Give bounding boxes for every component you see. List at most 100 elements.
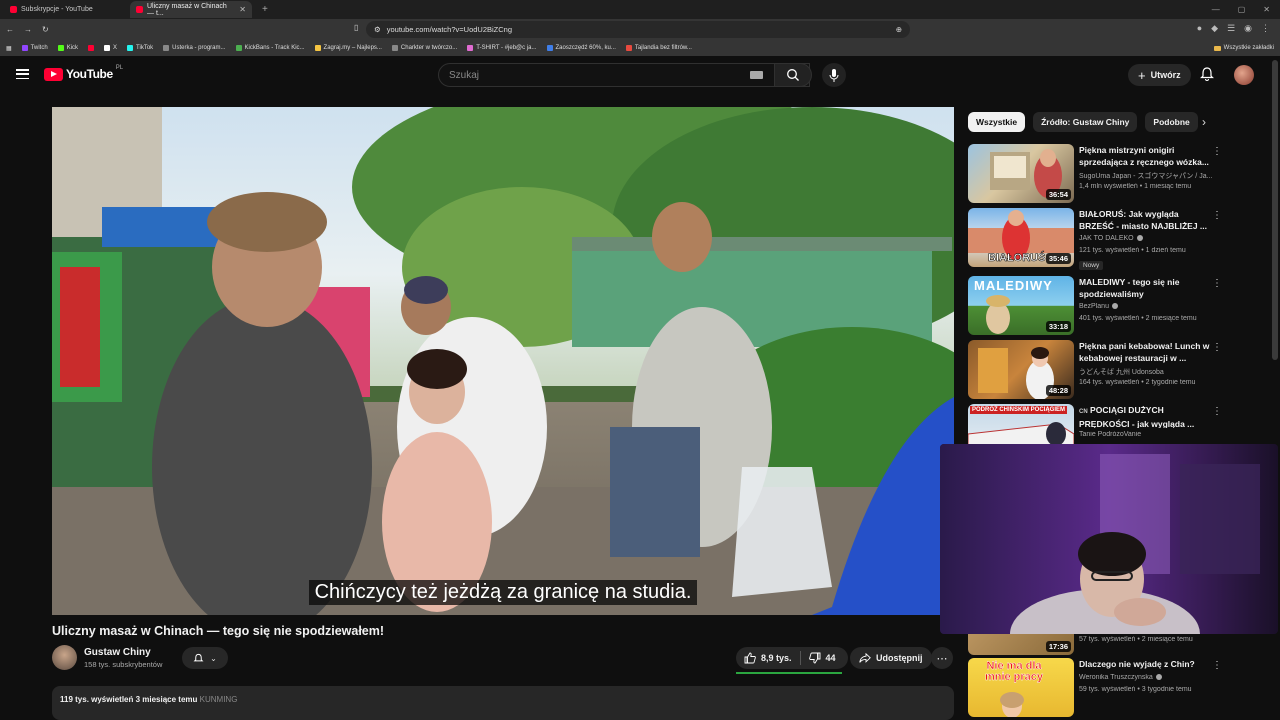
voice-search-button[interactable] — [822, 63, 846, 87]
account-avatar[interactable] — [1234, 65, 1254, 85]
recommendation-channel: JAK TO DALEKO — [1079, 235, 1219, 242]
recommendation-title: CN POCIĄGI DUŻYCH PRĘDKOŚCI - jak wygląd… — [1079, 405, 1195, 428]
extension-icon[interactable]: ● — [1197, 23, 1202, 34]
extension-icon[interactable]: ◆ — [1211, 23, 1218, 34]
site-info-icon[interactable]: ⚙ — [374, 25, 381, 34]
bookmark-item[interactable]: TikTok — [127, 45, 153, 51]
recommendation-item[interactable]: Nie ma dla mnie pracy Dlaczego nie wyjad… — [968, 658, 1228, 718]
profile-icon[interactable]: ◉ — [1244, 23, 1252, 34]
chevron-down-icon: ⌄ — [210, 653, 217, 663]
folder-icon — [1213, 45, 1221, 51]
bookmark-item[interactable]: Zagraj.my – Najleps... — [314, 45, 382, 51]
chip-source-channel[interactable]: Źródło: Gustaw Chiny — [1033, 112, 1138, 132]
search-icon — [787, 69, 799, 81]
browser-tab-video[interactable]: Uliczny masaż w Chinach — t... ✕ — [130, 1, 252, 18]
recommendation-item[interactable]: BIAŁORUŚ 35:46 BIAŁORUŚ: Jak wygląda BRZ… — [968, 208, 1228, 270]
bookmark-item[interactable]: T-SHIRT - #jeb@c ja... — [467, 45, 537, 51]
chip-related[interactable]: Podobne — [1145, 112, 1198, 132]
more-actions-button[interactable]: ⋯ — [931, 647, 953, 669]
recommendation-item[interactable]: MALEDIWY 33:18 MALEDIWY - tego się nie s… — [968, 276, 1228, 336]
forward-icon[interactable]: → — [24, 25, 32, 34]
recommendation-meta: 59 tys. wyświetleń • 3 tygodnie temu — [1079, 686, 1192, 693]
close-tab-icon[interactable]: ✕ — [239, 5, 246, 14]
youtube-logo[interactable]: YouTube PL — [44, 65, 123, 81]
bookmark-item[interactable]: Kick — [57, 45, 78, 51]
chevron-right-icon[interactable]: › — [1196, 114, 1212, 130]
video-player[interactable]: Chińczycy też jeżdżą za granicę na studi… — [52, 107, 954, 615]
description-tag[interactable]: KUNMING — [200, 695, 238, 704]
youtube-header: YouTube PL Szukaj + Utwórz — [0, 56, 1280, 94]
video-thumbnail[interactable]: MALEDIWY 33:18 — [968, 276, 1074, 335]
minimize-icon[interactable]: — — [1212, 5, 1220, 14]
apps-icon[interactable]: ▦ — [6, 45, 12, 52]
bookmark-item[interactable] — [88, 45, 95, 51]
chip-all[interactable]: Wszystkie — [968, 112, 1026, 132]
more-options-icon[interactable]: ⋮ — [1212, 210, 1222, 221]
bookmark-item[interactable]: Charkter w twórczo... — [391, 45, 457, 51]
like-button[interactable]: 8,9 tys. — [736, 647, 800, 669]
new-tab-icon[interactable]: + — [262, 4, 268, 15]
bookmark-item[interactable]: Twitch — [21, 45, 48, 51]
keyboard-icon[interactable] — [750, 71, 763, 79]
description-box[interactable]: 119 tys. wyświetleń 3 miesiące temu KUNM… — [52, 686, 954, 720]
recommendation-title: MALEDIWY - tego się nie spodziewaliśmy — [1079, 277, 1180, 299]
notifications-bell-icon[interactable] — [1199, 66, 1215, 82]
subscription-bell-button[interactable]: ⌄ — [182, 647, 228, 669]
video-thumbnail[interactable]: 36:54 — [968, 144, 1074, 203]
more-options-icon[interactable]: ⋮ — [1212, 660, 1222, 671]
plus-icon: + — [1138, 67, 1146, 83]
bookmark-item[interactable]: Zaoszczędź 60%, ku... — [546, 45, 616, 51]
webcam-image — [940, 444, 1278, 634]
new-badge: Nowy — [1079, 261, 1104, 270]
video-thumbnail[interactable]: 48:28 — [968, 340, 1074, 399]
menu-icon[interactable]: ⋮ — [1261, 23, 1270, 34]
browser-tab-subscriptions[interactable]: Subskrypcje - YouTube — [4, 1, 126, 18]
zoom-icon[interactable]: ⊕ — [896, 25, 902, 34]
thumbnail-image — [1000, 692, 1024, 717]
youtube-favicon-icon — [10, 6, 17, 13]
extension-icon[interactable]: ☰ — [1227, 23, 1235, 34]
video-thumbnail[interactable]: BIAŁORUŚ 35:46 — [968, 208, 1074, 267]
page-scrollbar[interactable] — [1272, 60, 1278, 360]
webcam-overlay — [940, 444, 1278, 634]
recommendation-item[interactable]: 36:54 Piękna mistrzyni onigiri sprzedają… — [968, 144, 1228, 204]
reload-icon[interactable]: ↻ — [42, 25, 49, 34]
recommendation-title: Dlaczego nie wyjadę z Chin? — [1079, 659, 1195, 669]
more-options-icon[interactable]: ⋮ — [1212, 146, 1222, 157]
more-options-icon[interactable]: ⋮ — [1212, 342, 1222, 353]
more-options-icon[interactable]: ⋮ — [1212, 278, 1222, 289]
dislike-count: 44 — [825, 653, 836, 663]
channel-avatar[interactable] — [52, 645, 77, 670]
back-icon[interactable]: ← — [6, 25, 14, 34]
bookmark-item[interactable]: Usterka - program... — [163, 45, 226, 51]
bookmark-icon[interactable]: ▯ — [354, 23, 358, 32]
recommendation-item[interactable]: 48:28 Piękna pani kebabowa! Lunch w keba… — [968, 340, 1228, 400]
channel-name[interactable]: Gustaw Chiny — [84, 647, 151, 658]
recommendation-meta: 401 tys. wyświetleń • 2 miesiące temu — [1079, 315, 1197, 322]
thumbs-up-icon — [744, 652, 756, 664]
search-input[interactable]: Szukaj — [438, 63, 810, 87]
youtube-favicon-icon — [136, 6, 143, 13]
bookmark-item[interactable]: X — [104, 45, 117, 51]
maximize-icon[interactable]: ▢ — [1238, 5, 1246, 14]
address-bar[interactable]: ⚙ youtube.com/watch?v=UodU2BiZCng ⊕ — [366, 21, 910, 38]
more-options-icon[interactable]: ⋮ — [1212, 406, 1222, 417]
recommendation-title: BIAŁORUŚ: Jak wygląda BRZEŚĆ - miasto NA… — [1079, 209, 1207, 231]
verified-icon — [1111, 303, 1118, 310]
create-button[interactable]: + Utwórz — [1128, 64, 1191, 86]
menu-icon[interactable] — [16, 69, 29, 79]
url-text: youtube.com/watch?v=UodU2BiZCng — [386, 25, 513, 34]
close-window-icon[interactable]: ✕ — [1263, 5, 1270, 14]
microphone-icon — [829, 68, 839, 82]
extension-icons: ● ◆ ☰ ◉ ⋮ — [1197, 23, 1270, 34]
all-bookmarks[interactable]: Wszystkie zakładki — [1213, 45, 1280, 51]
share-button[interactable]: Udostępnij — [850, 647, 932, 669]
recommendation-meta: 121 tys. wyświetleń • 1 dzień temu — [1079, 247, 1186, 254]
dislike-button[interactable]: 44 — [801, 647, 844, 669]
video-thumbnail[interactable]: Nie ma dla mnie pracy — [968, 658, 1074, 717]
bookmark-item[interactable]: KickBans - Track Kic... — [235, 45, 305, 51]
search-button[interactable] — [774, 63, 812, 87]
duration-badge: 35:46 — [1045, 253, 1071, 264]
bookmark-item[interactable]: Tajlandia bez filtrów... — [625, 45, 692, 51]
duration-badge: 17:36 — [1045, 641, 1071, 652]
